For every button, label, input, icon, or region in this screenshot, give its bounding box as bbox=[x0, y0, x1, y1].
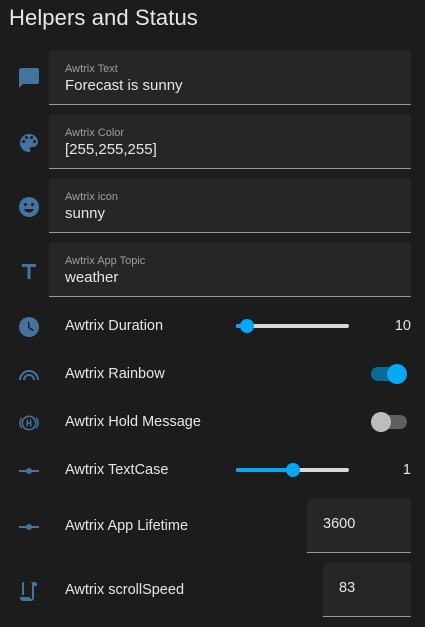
field-value[interactable]: [255,255,255] bbox=[65, 141, 157, 158]
entity-row-awtrix-color: Awtrix Color [255,255,255] bbox=[0, 114, 425, 170]
smiley-icon bbox=[16, 194, 42, 220]
row-label: Awtrix TextCase bbox=[65, 462, 169, 478]
entity-row-awtrix-app-topic: Awtrix App Topic weather bbox=[0, 242, 425, 298]
field-value[interactable]: Forecast is sunny bbox=[65, 77, 183, 94]
awtrix-app-topic-field[interactable]: Awtrix App Topic weather bbox=[49, 242, 411, 297]
entity-row-awtrix-text: Awtrix Text Forecast is sunny bbox=[0, 50, 425, 106]
slider-icon bbox=[16, 458, 42, 484]
duration-slider[interactable] bbox=[236, 319, 349, 333]
row-label: Awtrix scrollSpeed bbox=[65, 582, 185, 598]
row-label: Awtrix Rainbow bbox=[65, 366, 165, 382]
row-label: Awtrix Duration bbox=[65, 318, 164, 334]
slider-thumb[interactable] bbox=[240, 319, 255, 333]
entity-row-awtrix-duration: Awtrix Duration 10 bbox=[0, 306, 425, 346]
entity-row-awtrix-hold-message: Awtrix Hold Message bbox=[0, 402, 425, 442]
script-icon bbox=[16, 578, 42, 604]
field-label: Awtrix App Topic bbox=[65, 255, 146, 267]
entity-row-awtrix-icon: Awtrix icon sunny bbox=[0, 178, 425, 234]
app-lifetime-input[interactable]: 3600 bbox=[307, 498, 411, 553]
field-value[interactable]: weather bbox=[65, 269, 118, 286]
slider-icon bbox=[16, 514, 42, 540]
text-icon bbox=[16, 258, 42, 284]
rainbow-toggle[interactable] bbox=[371, 364, 407, 384]
row-label: Awtrix App Lifetime bbox=[65, 518, 189, 534]
toggle-knob[interactable] bbox=[387, 364, 407, 384]
input-value[interactable]: 3600 bbox=[323, 516, 355, 532]
slider-value: 10 bbox=[394, 318, 411, 334]
slider-thumb[interactable] bbox=[285, 463, 300, 477]
field-label: Awtrix Text bbox=[65, 63, 118, 75]
slider-value: 1 bbox=[402, 462, 411, 478]
awtrix-icon-field[interactable]: Awtrix icon sunny bbox=[49, 178, 411, 233]
message-icon bbox=[16, 65, 42, 91]
slider-fill bbox=[236, 468, 293, 472]
entity-row-awtrix-scrollspeed: Awtrix scrollSpeed 83 bbox=[0, 562, 425, 618]
palette-icon bbox=[16, 130, 42, 156]
entity-row-awtrix-textcase: Awtrix TextCase 1 bbox=[0, 450, 425, 490]
textcase-slider[interactable] bbox=[236, 463, 349, 477]
row-label: Awtrix Hold Message bbox=[65, 414, 201, 430]
page-title: Helpers and Status bbox=[9, 5, 198, 30]
toggle-knob[interactable] bbox=[371, 412, 391, 432]
rainbow-icon bbox=[16, 362, 42, 388]
hold-h-icon bbox=[16, 410, 42, 436]
entity-row-awtrix-rainbow: Awtrix Rainbow bbox=[0, 354, 425, 394]
entity-row-awtrix-app-lifetime: Awtrix App Lifetime 3600 bbox=[0, 498, 425, 554]
field-label: Awtrix icon bbox=[65, 191, 118, 203]
clock-icon bbox=[16, 314, 42, 340]
hold-message-toggle[interactable] bbox=[371, 412, 407, 432]
awtrix-color-field[interactable]: Awtrix Color [255,255,255] bbox=[49, 114, 411, 169]
field-value[interactable]: sunny bbox=[65, 205, 105, 222]
field-label: Awtrix Color bbox=[65, 127, 125, 139]
awtrix-text-field[interactable]: Awtrix Text Forecast is sunny bbox=[49, 50, 411, 105]
input-value[interactable]: 83 bbox=[339, 580, 355, 596]
scroll-speed-input[interactable]: 83 bbox=[323, 562, 411, 617]
